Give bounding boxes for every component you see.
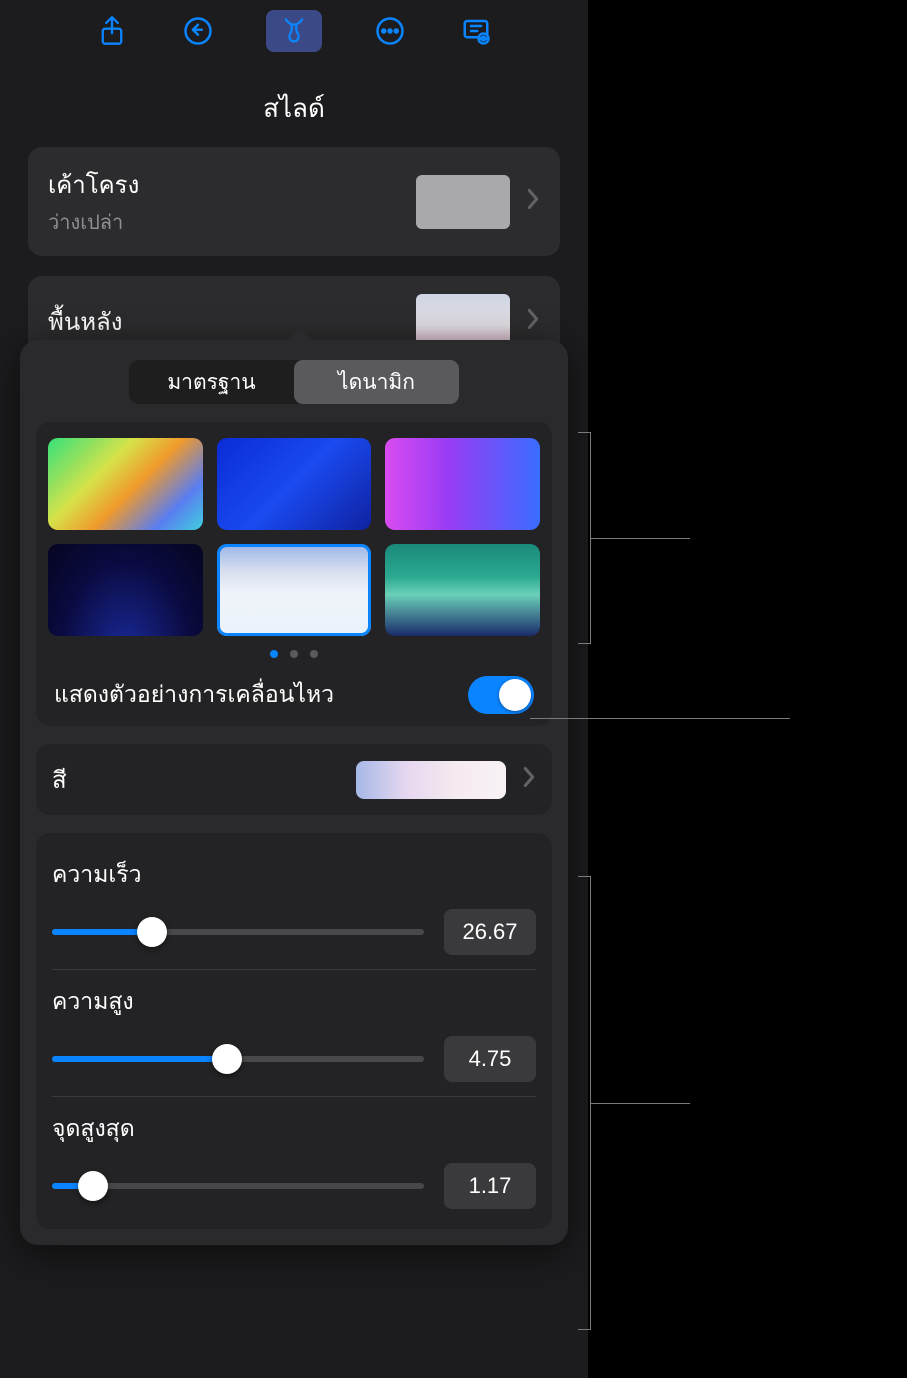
height-value[interactable]: 4.75 — [444, 1036, 536, 1082]
segment-standard[interactable]: มาตรฐาน — [129, 360, 294, 404]
layout-row[interactable]: เค้าโครง ว่างเปล่า — [28, 147, 560, 256]
background-swatch[interactable] — [385, 438, 540, 530]
page-dot[interactable] — [290, 650, 298, 658]
motion-preview-label: แสดงตัวอย่างการเคลื่อนไหว — [54, 677, 334, 713]
color-row[interactable]: สี — [36, 744, 552, 815]
height-slider-row: ความสูง 4.75 — [52, 970, 536, 1097]
speed-slider-row: ความเร็ว 26.67 — [52, 843, 536, 970]
callout-bracket — [590, 432, 591, 644]
presenter-icon[interactable] — [458, 13, 494, 49]
callout-bracket — [590, 876, 591, 1330]
background-grid-container: แสดงตัวอย่างการเคลื่อนไหว — [36, 422, 552, 726]
color-swatch — [356, 761, 506, 799]
speed-slider[interactable] — [52, 929, 424, 935]
peak-value[interactable]: 1.17 — [444, 1163, 536, 1209]
peak-slider[interactable] — [52, 1183, 424, 1189]
layout-sublabel: ว่างเปล่า — [48, 206, 139, 238]
background-grid — [48, 438, 540, 636]
color-label: สี — [52, 760, 67, 799]
peak-label: จุดสูงสุด — [52, 1111, 536, 1147]
segment-dynamic[interactable]: ไดนามิก — [294, 360, 459, 404]
layout-label: เค้าโครง — [48, 165, 139, 204]
background-swatch[interactable] — [217, 544, 372, 636]
callout-line — [530, 718, 790, 719]
page-dot[interactable] — [310, 650, 318, 658]
sliders-group: ความเร็ว 26.67 ความสูง 4.75 — [36, 833, 552, 1229]
segmented-control[interactable]: มาตรฐาน ไดนามิก — [129, 360, 459, 404]
height-slider[interactable] — [52, 1056, 424, 1062]
background-label: พื้นหลัง — [48, 302, 122, 341]
background-swatch[interactable] — [217, 438, 372, 530]
speed-label: ความเร็ว — [52, 857, 536, 893]
speed-value[interactable]: 26.67 — [444, 909, 536, 955]
background-swatch[interactable] — [48, 544, 203, 636]
undo-icon[interactable] — [180, 13, 216, 49]
motion-preview-row: แสดงตัวอย่างการเคลื่อนไหว — [48, 662, 540, 718]
background-popover: มาตรฐาน ไดนามิก แสดงตัวอย่างการเคลื่อนไห… — [20, 340, 568, 1245]
motion-preview-toggle[interactable] — [468, 676, 534, 714]
more-icon[interactable] — [372, 13, 408, 49]
layout-thumbnail — [416, 175, 510, 229]
chevron-right-icon — [526, 188, 540, 215]
format-brush-icon[interactable] — [266, 10, 322, 52]
page-dots[interactable] — [48, 650, 540, 658]
peak-slider-row: จุดสูงสุด 1.17 — [52, 1097, 536, 1223]
page-dot[interactable] — [270, 650, 278, 658]
share-icon[interactable] — [94, 13, 130, 49]
background-swatch[interactable] — [385, 544, 540, 636]
panel-title: สไลด์ — [0, 62, 588, 147]
background-swatch[interactable] — [48, 438, 203, 530]
chevron-right-icon — [526, 308, 540, 335]
inspector-panel: สไลด์ เค้าโครง ว่างเปล่า พื้นหลัง — [0, 0, 588, 1378]
chevron-right-icon — [522, 766, 536, 793]
toolbar — [0, 0, 588, 62]
height-label: ความสูง — [52, 984, 536, 1020]
